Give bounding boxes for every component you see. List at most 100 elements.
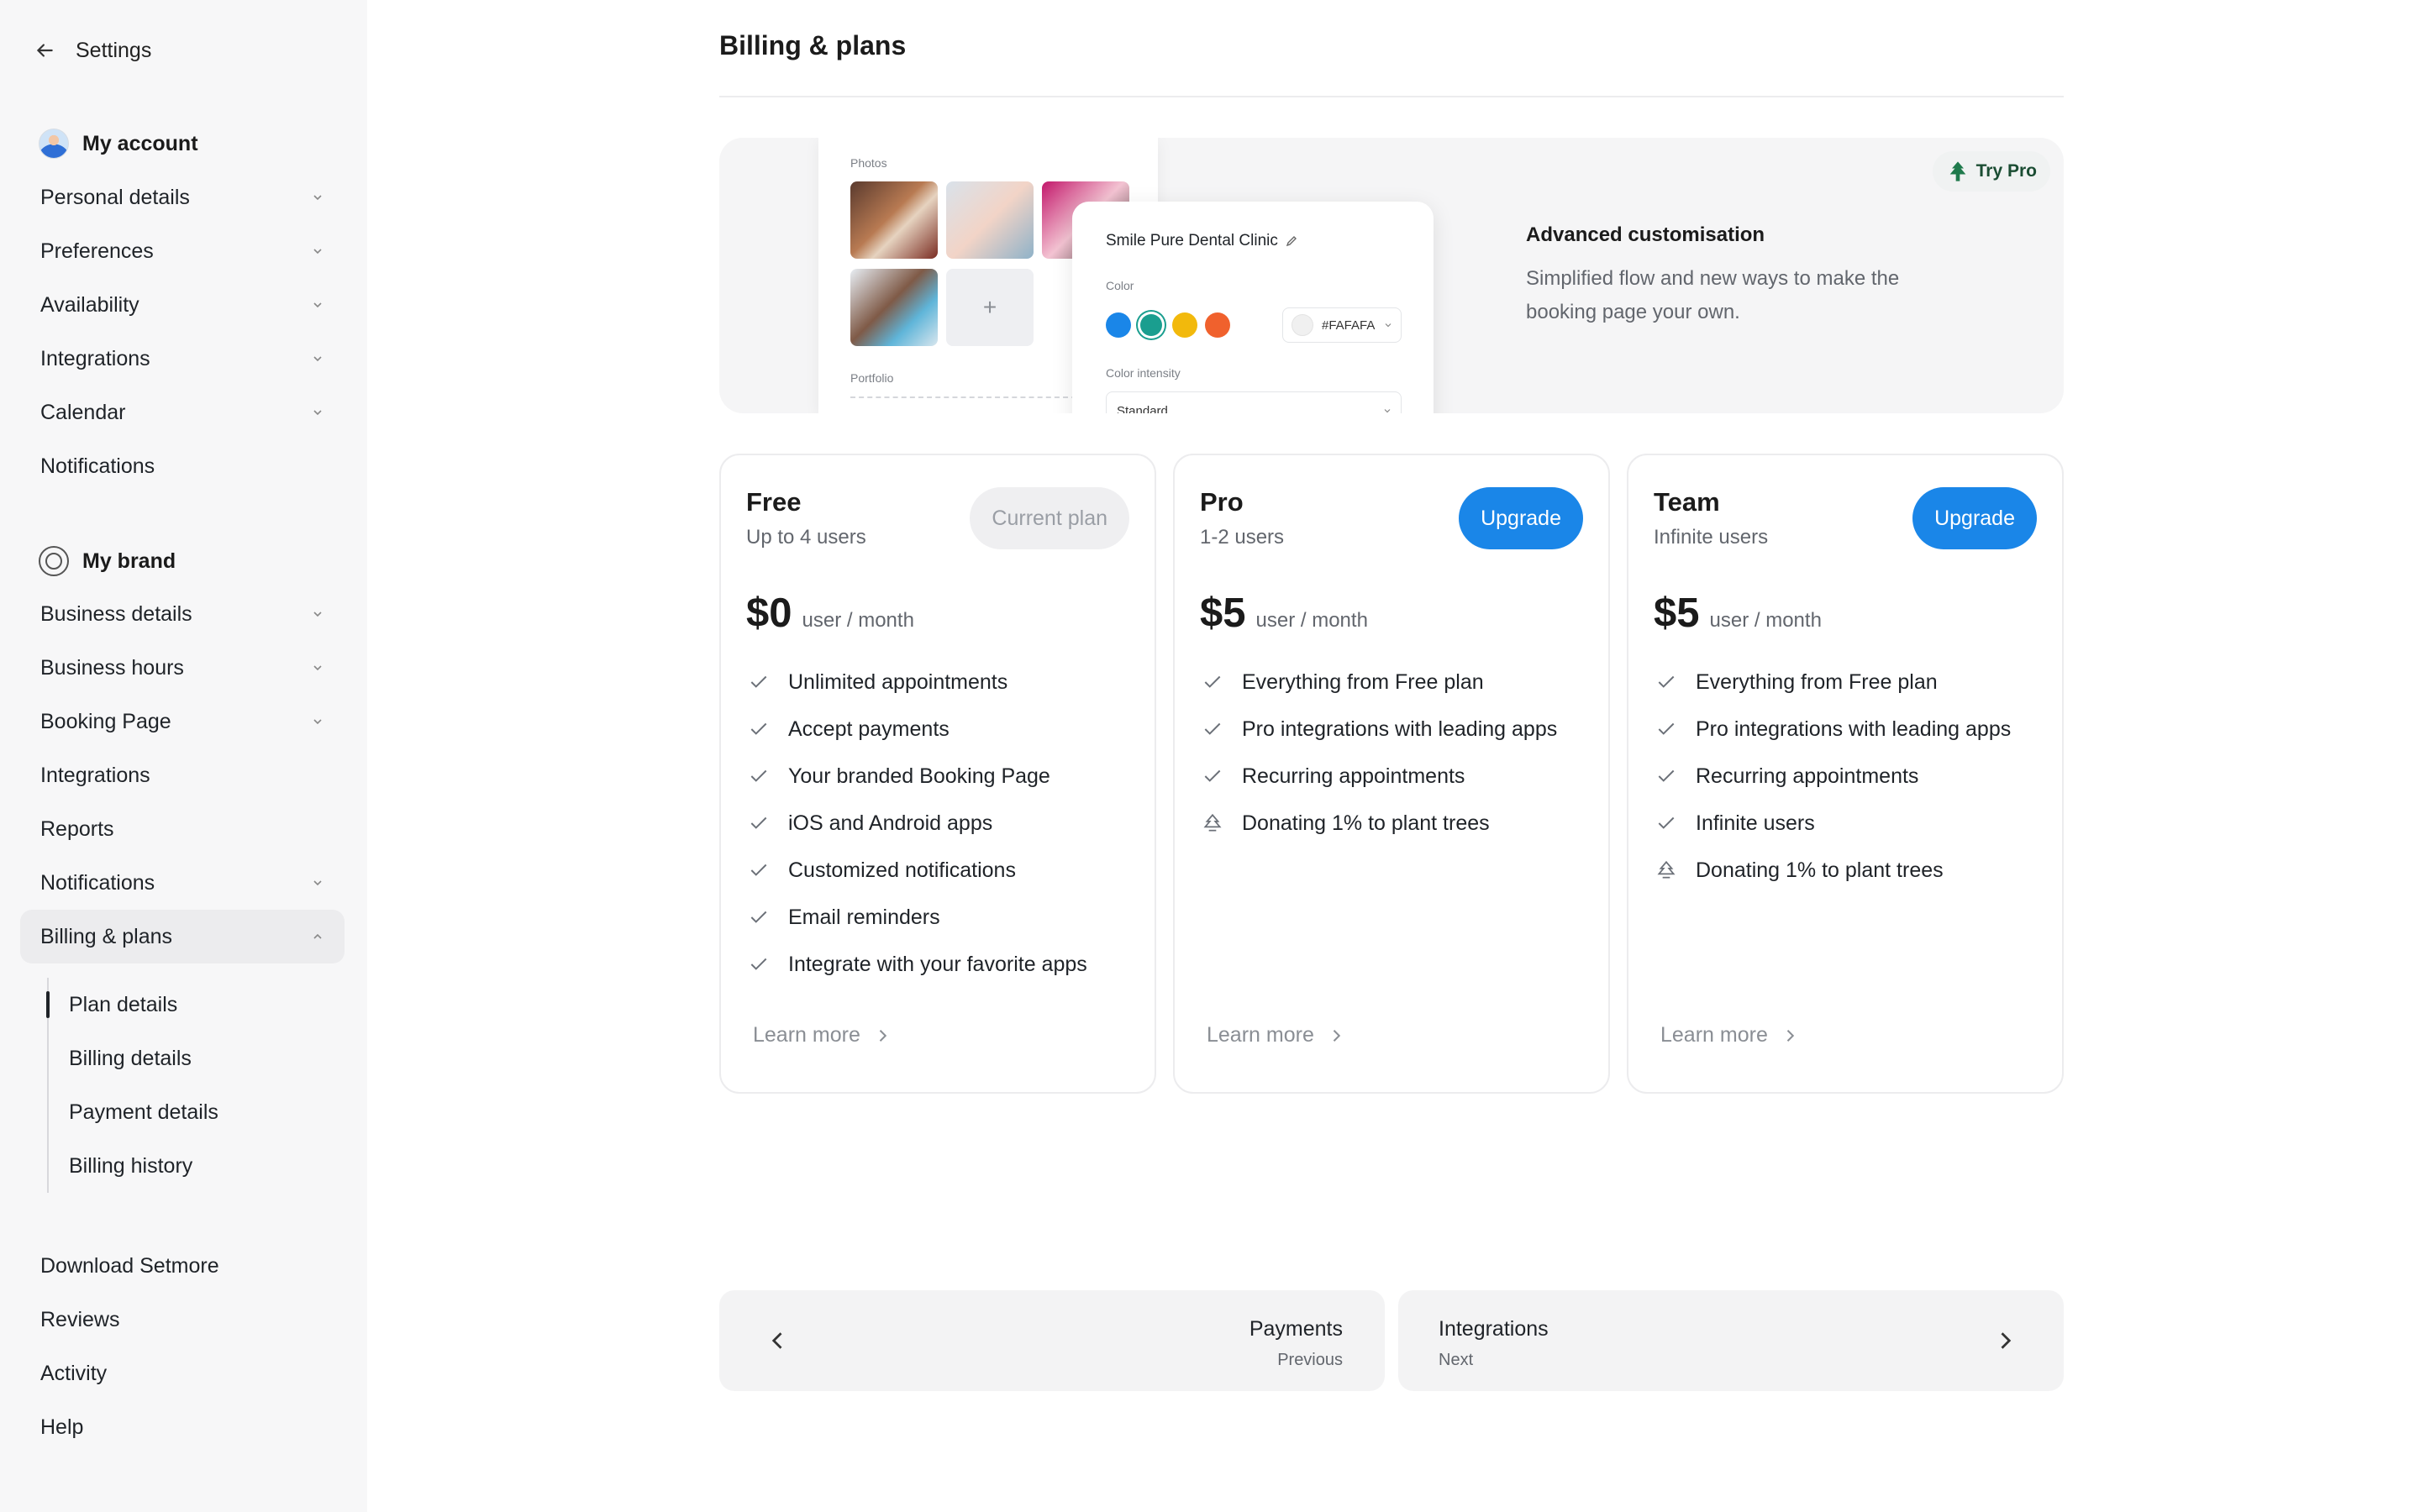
previous-page-title: Payments <box>1249 1317 1343 1341</box>
plan-price: $5 user / month <box>1654 590 1822 637</box>
feature-text: Customized notifications <box>788 858 1016 882</box>
sidebar-subitem-plan-details[interactable]: Plan details <box>46 978 350 1032</box>
sidebar-item-activity[interactable]: Activity <box>20 1347 345 1400</box>
sidebar-item-booking-page[interactable]: Booking Page <box>20 695 345 748</box>
check-icon <box>750 911 767 923</box>
sidebar-item-label: Reports <box>40 816 114 841</box>
list-item: Donating 1% to plant trees <box>1655 847 2011 894</box>
chevron-right-icon <box>879 1029 887 1042</box>
sidebar-item-label: Personal details <box>40 185 190 209</box>
learn-more-link[interactable]: Learn more <box>753 1023 891 1047</box>
chevron-down-icon <box>313 719 322 725</box>
plan-card-free: Free Up to 4 users Current plan $0 user … <box>719 454 1156 1094</box>
my-account-heading: My account <box>39 127 198 160</box>
next-page-link[interactable]: Integrations Next <box>1398 1290 2064 1391</box>
plan-card-pro: Pro 1-2 users Upgrade $5 user / month Ev… <box>1173 454 1610 1094</box>
clinic-name: Smile Pure Dental Clinic <box>1106 232 1298 250</box>
chevron-right-icon <box>2001 1332 2012 1349</box>
feature-text: Your branded Booking Page <box>788 764 1050 788</box>
sidebar-subitem-payment-details[interactable]: Payment details <box>49 1085 350 1139</box>
sidebar-item-calendar[interactable]: Calendar <box>20 386 345 439</box>
photos-label: Photos <box>850 156 887 170</box>
feature-text: Everything from Free plan <box>1242 669 1484 694</box>
sidebar-item-business-details[interactable]: Business details <box>20 587 345 641</box>
check-icon <box>1204 769 1221 782</box>
back-to-settings[interactable]: Settings <box>34 34 151 67</box>
feature-text: Email reminders <box>788 905 940 929</box>
chevron-down-icon <box>1384 409 1391 413</box>
feature-text: Unlimited appointments <box>788 669 1008 694</box>
chevron-down-icon <box>313 612 322 617</box>
chevron-down-icon <box>1385 323 1392 328</box>
chevron-right-icon <box>1786 1029 1795 1042</box>
color-swatch-yellow <box>1172 312 1197 338</box>
chevron-down-icon <box>313 195 322 201</box>
sidebar-item-billing-plans[interactable]: Billing & plans <box>20 910 345 963</box>
sidebar-item-brand-notifications[interactable]: Notifications <box>20 856 345 910</box>
check-icon <box>750 675 767 688</box>
price-amount: $0 <box>746 591 792 636</box>
sidebar-item-integrations[interactable]: Integrations <box>20 332 345 386</box>
sidebar-item-notifications[interactable]: Notifications <box>20 439 345 493</box>
plan-price: $5 user / month <box>1200 590 1368 637</box>
list-item: Unlimited appointments <box>748 659 1087 706</box>
chevron-down-icon <box>313 249 322 255</box>
plan-name: Team <box>1654 487 1720 517</box>
sidebar-item-business-hours[interactable]: Business hours <box>20 641 345 695</box>
plan-users: Up to 4 users <box>746 526 866 549</box>
sidebar-item-label: Preferences <box>40 239 154 263</box>
hex-color-dot <box>1292 314 1313 336</box>
list-item: Infinite users <box>1655 800 2011 847</box>
try-pro-label: Try Pro <box>1975 161 2037 181</box>
check-icon <box>1658 769 1675 782</box>
sidebar-subitem-billing-history[interactable]: Billing history <box>49 1139 350 1193</box>
learn-more-link[interactable]: Learn more <box>1207 1023 1344 1047</box>
sidebar-item-label: Notifications <box>40 870 155 895</box>
color-label: Color <box>1106 279 1134 292</box>
price-unit: user / month <box>1255 609 1368 632</box>
sidebar-item-personal-details[interactable]: Personal details <box>20 171 345 224</box>
upgrade-team-button[interactable]: Upgrade <box>1912 487 2037 549</box>
sidebar-item-label: Availability <box>40 292 139 317</box>
tree-icon <box>1657 860 1676 879</box>
list-item: Integrate with your favorite apps <box>748 941 1087 988</box>
sidebar-item-label: Business hours <box>40 655 184 680</box>
sidebar-item-reports[interactable]: Reports <box>20 802 345 856</box>
tree-icon <box>1949 161 1965 181</box>
promo-mock-color-panel: Smile Pure Dental Clinic Color #FAFAFA C… <box>1072 202 1434 413</box>
sidebar-item-reviews[interactable]: Reviews <box>20 1293 345 1347</box>
check-icon <box>750 722 767 735</box>
check-icon <box>1204 675 1221 688</box>
plan-price: $0 user / month <box>746 590 914 637</box>
title-divider <box>719 96 2064 97</box>
sidebar-subitem-billing-details[interactable]: Billing details <box>49 1032 350 1085</box>
chevron-left-icon <box>771 1332 782 1349</box>
next-page-title: Integrations <box>1439 1317 1549 1341</box>
color-swatch-blue <box>1106 312 1131 338</box>
feature-text: Pro integrations with leading apps <box>1242 717 1558 741</box>
upgrade-pro-button[interactable]: Upgrade <box>1459 487 1583 549</box>
sidebar-item-download-setmore[interactable]: Download Setmore <box>20 1239 345 1293</box>
hex-value: #FAFAFA <box>1322 318 1376 333</box>
list-item: Everything from Free plan <box>1202 659 1557 706</box>
page-title: Billing & plans <box>719 30 907 60</box>
try-pro-badge[interactable]: Try Pro <box>1932 151 2050 192</box>
sidebar-item-help[interactable]: Help <box>20 1400 345 1454</box>
check-icon <box>1658 675 1675 688</box>
promo-title: Advanced customisation <box>1526 223 1765 246</box>
photo-thumbnail <box>946 181 1034 259</box>
check-icon <box>750 864 767 876</box>
sidebar-item-preferences[interactable]: Preferences <box>20 224 345 278</box>
chevron-down-icon <box>313 302 322 308</box>
list-item: Pro integrations with leading apps <box>1655 706 2011 753</box>
price-amount: $5 <box>1654 591 1700 636</box>
learn-more-link[interactable]: Learn more <box>1660 1023 1798 1047</box>
check-icon <box>1204 722 1221 735</box>
list-item: Pro integrations with leading apps <box>1202 706 1557 753</box>
feature-text: Donating 1% to plant trees <box>1696 858 1944 882</box>
previous-page-link[interactable]: Payments Previous <box>719 1290 1385 1391</box>
sidebar-item-brand-integrations[interactable]: Integrations <box>20 748 345 802</box>
feature-text: Everything from Free plan <box>1696 669 1938 694</box>
list-item: Recurring appointments <box>1202 753 1557 800</box>
sidebar-item-availability[interactable]: Availability <box>20 278 345 332</box>
